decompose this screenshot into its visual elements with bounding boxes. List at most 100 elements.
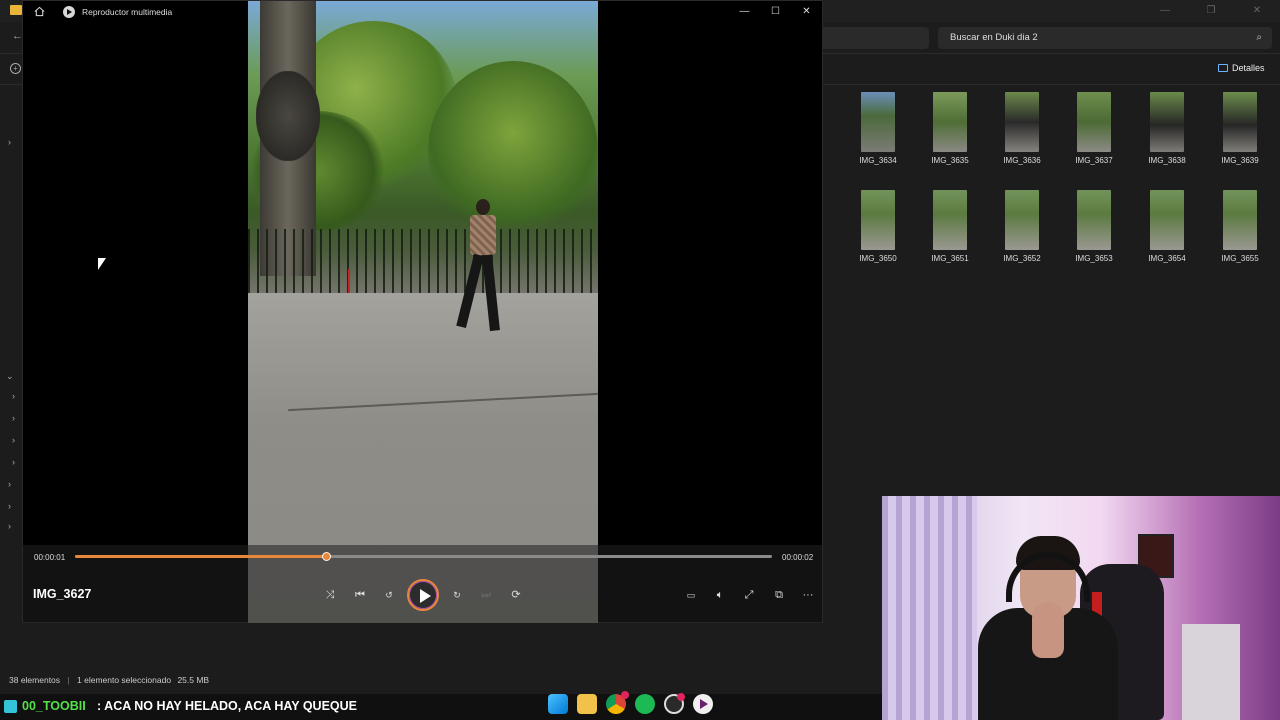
minimize-icon[interactable]: —: [729, 1, 760, 23]
player-title: Reproductor multimedia: [82, 7, 173, 17]
chevron-right-icon[interactable]: ›: [8, 521, 11, 531]
file-thumbnail[interactable]: IMG_3653: [1062, 188, 1126, 263]
previous-icon[interactable]: ⏮: [351, 587, 369, 603]
video-sculpture: [256, 71, 320, 161]
status-divider: |: [67, 675, 70, 685]
file-thumbnail[interactable]: IMG_3639: [1208, 90, 1272, 165]
file-thumbnail[interactable]: IMG_3638: [1135, 90, 1199, 165]
obs-icon[interactable]: [664, 693, 685, 714]
thumbnail-label: IMG_3636: [1003, 156, 1041, 165]
chevron-right-icon[interactable]: ›: [8, 501, 11, 511]
details-button[interactable]: Detalles: [1218, 63, 1265, 73]
media-player-icon[interactable]: [693, 694, 713, 714]
video-tree: [428, 61, 598, 241]
search-placeholder: Buscar en Duki dia 2: [950, 32, 1038, 43]
video-fence: [248, 229, 598, 297]
thumbnail-label: IMG_3652: [1003, 254, 1041, 263]
video-frame[interactable]: [248, 1, 598, 623]
play-button[interactable]: [407, 579, 439, 611]
chevron-right-icon[interactable]: ›: [12, 457, 15, 467]
search-icon[interactable]: ⌕: [1256, 27, 1262, 49]
status-bar: 38 elementos | 1 elemento seleccionado 2…: [0, 672, 880, 688]
navigation-pane: › ⌄ › › › › › › ›: [0, 85, 22, 665]
spotify-icon[interactable]: [635, 694, 655, 714]
chevron-right-icon[interactable]: ›: [12, 413, 15, 423]
subtitles-icon[interactable]: ▭: [682, 587, 700, 603]
home-icon[interactable]: [34, 6, 45, 17]
file-thumbnail[interactable]: IMG_3652: [990, 188, 1054, 263]
pedestrian-leg: [456, 253, 484, 329]
maximize-icon[interactable]: ❐: [1188, 2, 1234, 20]
thumbnail-image: [1077, 92, 1111, 152]
repeat-icon[interactable]: ⟳: [507, 587, 525, 603]
player-window-controls: — ☐ ✕: [729, 1, 822, 23]
thumbnail-image: [1150, 92, 1184, 152]
chevron-right-icon[interactable]: ›: [8, 137, 11, 147]
item-count: 38 elementos: [9, 675, 61, 685]
chevron-right-icon[interactable]: ›: [12, 435, 15, 445]
details-label: Detalles: [1232, 63, 1265, 73]
address-bar[interactable]: [823, 27, 929, 49]
next-icon[interactable]: ⏭: [477, 587, 495, 603]
windows-start-icon[interactable]: [548, 694, 568, 714]
fullscreen-icon[interactable]: ⤢: [740, 587, 758, 603]
thumbnail-image: [933, 190, 967, 250]
file-thumbnail[interactable]: IMG_3655: [1208, 188, 1272, 263]
forward-30-icon[interactable]: ↻: [448, 587, 466, 603]
file-thumbnail[interactable]: IMG_3636: [990, 90, 1054, 165]
thumbnail-image: [861, 92, 895, 152]
thumbnail-label: IMG_3638: [1148, 156, 1186, 165]
thumbnail-label: IMG_3635: [931, 156, 969, 165]
thumbnail-label: IMG_3654: [1148, 254, 1186, 263]
file-thumbnail[interactable]: IMG_3635: [918, 90, 982, 165]
seek-bar-progress: [75, 555, 326, 558]
rewind-10-icon[interactable]: ↺: [380, 587, 398, 603]
miniplayer-icon[interactable]: ⧉: [770, 587, 788, 603]
seek-bar[interactable]: [75, 552, 772, 561]
more-icon[interactable]: ···: [799, 587, 817, 603]
close-icon[interactable]: ✕: [791, 1, 822, 23]
file-thumbnail[interactable]: IMG_3637: [1062, 90, 1126, 165]
media-player-window: Reproductor multimedia — ☐ ✕ 00:00:01 00…: [22, 0, 823, 623]
file-thumbnail[interactable]: IMG_3634: [846, 90, 910, 165]
current-time: 00:00:01: [34, 553, 66, 562]
pedestrian-legs: [456, 253, 502, 333]
pedestrian-leg: [482, 254, 500, 332]
pedestrian-head: [476, 199, 490, 215]
notification-badge: [677, 693, 685, 701]
folder-icon: [10, 5, 22, 15]
thumbnail-image: [861, 190, 895, 250]
streamer-hands: [1032, 602, 1064, 658]
seek-handle[interactable]: [322, 552, 331, 561]
media-player-app-icon: [63, 6, 75, 18]
total-duration: 00:00:02: [782, 553, 814, 562]
volume-icon[interactable]: 🔈︎: [711, 587, 729, 603]
chevron-down-icon[interactable]: ⌄: [6, 371, 14, 382]
selection-status: 1 elemento seleccionado: [77, 675, 172, 685]
close-icon[interactable]: ✕: [1234, 2, 1280, 20]
thumbnail-image: [1077, 190, 1111, 250]
shuffle-icon[interactable]: ⤨: [321, 587, 339, 603]
webcam-overlay: [882, 496, 1280, 720]
thumbnail-image: [1005, 92, 1039, 152]
media-file-name: IMG_3627: [33, 587, 92, 601]
maximize-icon[interactable]: ☐: [760, 1, 791, 23]
thumbnail-label: IMG_3655: [1221, 254, 1259, 263]
minimize-icon[interactable]: —: [1142, 2, 1188, 20]
file-explorer-icon[interactable]: [577, 694, 597, 714]
thumbnail-image: [933, 92, 967, 152]
thumbnail-image: [1150, 190, 1184, 250]
file-thumbnail[interactable]: IMG_3651: [918, 188, 982, 263]
file-thumbnail[interactable]: IMG_3654: [1135, 188, 1199, 263]
new-item-icon[interactable]: +: [10, 63, 21, 74]
pedestrian-torso: [470, 215, 496, 255]
chevron-right-icon[interactable]: ›: [12, 391, 15, 401]
file-thumbnail[interactable]: IMG_3650: [846, 188, 910, 263]
chrome-icon[interactable]: [606, 691, 629, 714]
thumbnail-label: IMG_3653: [1075, 254, 1113, 263]
search-input[interactable]: Buscar en Duki dia 2 ⌕: [938, 27, 1272, 49]
webcam-shelf: [1182, 624, 1240, 720]
chevron-right-icon[interactable]: ›: [8, 479, 11, 489]
webcam-curtain: [882, 496, 977, 720]
thumbnail-image: [1005, 190, 1039, 250]
